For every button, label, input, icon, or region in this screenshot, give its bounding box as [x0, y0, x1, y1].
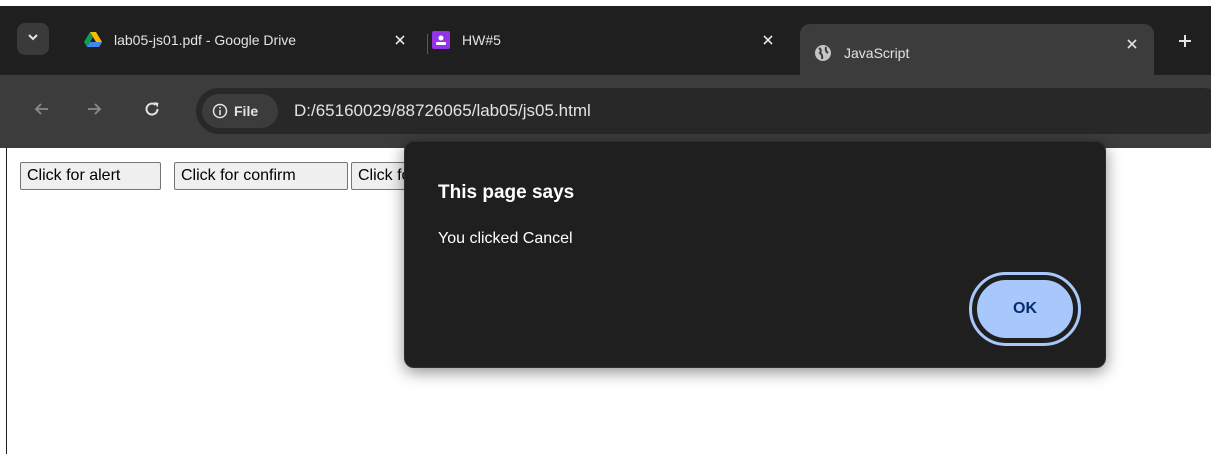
dialog-message: You clicked Cancel: [438, 230, 573, 247]
url-text: D:/65160029/88726065/lab05/js05.html: [294, 101, 591, 120]
info-icon: [212, 103, 228, 119]
confirm-button[interactable]: Click for confirm: [174, 162, 348, 190]
arrow-right-icon: [85, 100, 103, 123]
tab-title: lab05-js01.pdf - Google Drive: [114, 32, 297, 48]
tab-strip: lab05-js01.pdf - Google Drive HW#5 JavaS…: [0, 0, 1211, 81]
reload-button[interactable]: [136, 95, 168, 127]
tab-hw5[interactable]: HW#5: [432, 20, 790, 60]
site-chip-label: File: [234, 103, 259, 119]
address-bar[interactable]: File D:/65160029/88726065/lab05/js05.htm…: [196, 88, 1211, 134]
tab-title: HW#5: [462, 32, 501, 48]
google-drive-icon: [84, 31, 102, 49]
tab-javascript[interactable]: JavaScript: [800, 24, 1154, 81]
tab-separator: [427, 34, 428, 54]
alert-button[interactable]: Click for alert: [20, 162, 161, 190]
new-tab-button[interactable]: [1170, 28, 1200, 58]
tab-search-button[interactable]: [17, 23, 49, 55]
alert-dialog: This page says You clicked Cancel OK: [404, 141, 1106, 368]
arrow-left-icon: [33, 100, 51, 123]
chevron-down-icon: [26, 30, 40, 49]
ok-button[interactable]: OK: [975, 278, 1075, 340]
tab-google-drive[interactable]: lab05-js01.pdf - Google Drive: [70, 20, 422, 60]
prompt-button[interactable]: Click for prompt: [351, 162, 411, 190]
close-icon[interactable]: [390, 30, 410, 50]
site-info-chip[interactable]: File: [202, 94, 278, 128]
ok-focus-ring: OK: [969, 272, 1081, 346]
dialog-title: This page says: [438, 182, 575, 203]
classroom-icon: [432, 31, 450, 49]
back-button[interactable]: [26, 95, 58, 127]
window-edge: [6, 148, 7, 454]
toolbar: File D:/65160029/88726065/lab05/js05.htm…: [0, 75, 1211, 148]
plus-icon: [1177, 33, 1193, 54]
forward-button[interactable]: [78, 95, 110, 127]
tab-title: JavaScript: [844, 44, 910, 61]
close-icon[interactable]: [1122, 34, 1142, 54]
globe-icon: [814, 44, 832, 62]
reload-icon: [143, 100, 161, 123]
close-icon[interactable]: [758, 30, 778, 50]
